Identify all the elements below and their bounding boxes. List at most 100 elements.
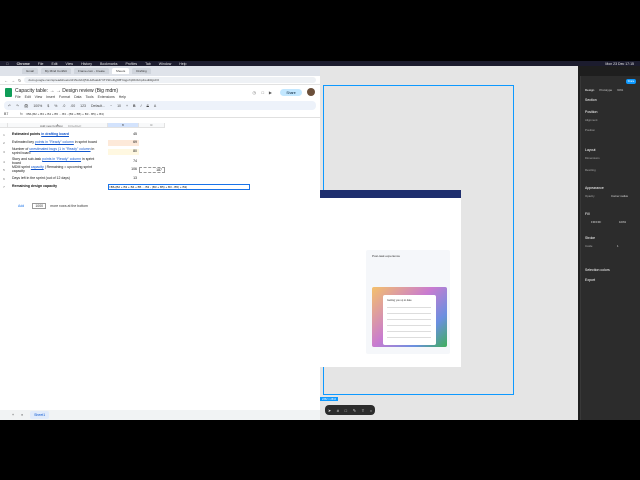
menubar-item-file[interactable]: File bbox=[38, 62, 44, 66]
row-label: MDM sprint capacity | Remaining = upcomi… bbox=[12, 165, 92, 173]
panel-heading-stroke: Stroke bbox=[585, 236, 596, 240]
menubar-item-edit[interactable]: Edit bbox=[52, 62, 58, 66]
column-header-b[interactable]: B bbox=[108, 123, 139, 128]
comment-tool-icon[interactable]: ○ bbox=[370, 408, 372, 413]
panel-heading-export: Export bbox=[585, 278, 596, 282]
frame-tool-icon[interactable]: # bbox=[337, 408, 339, 413]
zoom-level[interactable]: 64% bbox=[617, 88, 623, 92]
panel-heading-layout: Layout bbox=[585, 148, 596, 152]
more-formats-button[interactable]: 123 bbox=[80, 104, 86, 108]
comment-icon[interactable]: □ bbox=[262, 90, 264, 95]
spreadsheet-grid[interactable]: A B C Add new function Ctrl+Alt+F 1 Esti… bbox=[0, 123, 320, 343]
menubar-item-view[interactable]: View bbox=[66, 62, 74, 66]
reload-icon[interactable]: ↻ bbox=[18, 78, 21, 83]
menubar-item-bookmarks[interactable]: Bookmarks bbox=[100, 62, 118, 66]
formula-cell-editor[interactable]: =B6-(B2 + B3 + B4 + B5 ... B3 - (B3 + B5… bbox=[108, 183, 250, 190]
browser-tab-frame[interactable]: Frame.com - Create bbox=[74, 68, 109, 74]
back-icon[interactable]: ← bbox=[4, 78, 8, 83]
text-tool-icon[interactable]: T bbox=[362, 408, 364, 413]
zoom-select[interactable]: 100% bbox=[33, 104, 42, 108]
browser-tab-gmail[interactable]: Gmail bbox=[22, 68, 38, 74]
pen-tool-icon[interactable]: ✎ bbox=[353, 408, 356, 413]
cell-value-c[interactable]: 187 bbox=[139, 167, 165, 173]
menubar-app-name[interactable]: Chrome bbox=[17, 62, 30, 66]
undo-icon[interactable]: ↶ bbox=[8, 104, 11, 108]
forward-icon[interactable]: → bbox=[11, 78, 15, 83]
doc-menu-file[interactable]: File bbox=[15, 95, 21, 99]
cell-value[interactable]: 45 bbox=[108, 132, 139, 138]
doc-menu-format[interactable]: Format bbox=[59, 95, 70, 99]
doc-title[interactable]: Capacity table: → → Design review (Big m… bbox=[15, 88, 118, 94]
share-button[interactable]: Share bbox=[280, 89, 302, 96]
shape-tool-icon[interactable]: □ bbox=[345, 408, 347, 413]
font-size-decrease[interactable]: − bbox=[110, 104, 112, 108]
browser-tab-drafting[interactable]: Drafting bbox=[132, 68, 151, 74]
cell-reference[interactable]: B7 bbox=[4, 112, 20, 116]
increase-decimal-button[interactable]: .00 bbox=[70, 104, 75, 108]
cell-value[interactable]: 69 bbox=[108, 139, 139, 146]
redo-icon[interactable]: ↷ bbox=[16, 104, 19, 108]
bold-button[interactable]: B bbox=[133, 104, 136, 108]
table-row[interactable]: 6 Days left in the sprint (out of 12 day… bbox=[0, 175, 320, 182]
function-hint[interactable]: Add new function Ctrl+Alt+F bbox=[40, 124, 81, 128]
menubar-item-tab[interactable]: Tab bbox=[145, 62, 151, 66]
italic-button[interactable]: I bbox=[141, 104, 142, 108]
move-tool-icon[interactable]: ➤ bbox=[328, 408, 331, 413]
add-rows-button[interactable]: Add bbox=[18, 204, 24, 208]
doc-menu-insert[interactable]: Insert bbox=[46, 95, 55, 99]
fill-opacity-value[interactable]: 100% bbox=[619, 220, 626, 224]
cell-value[interactable]: 80 bbox=[108, 149, 139, 155]
table-row[interactable]: 3 Number of unestimated bugs (1 in "Read… bbox=[0, 147, 320, 157]
menubar-item-history[interactable]: History bbox=[81, 62, 92, 66]
doc-menu-data[interactable]: Data bbox=[74, 95, 81, 99]
table-row[interactable]: 4 Story and sub-task points in "Ready" c… bbox=[0, 157, 320, 165]
table-row[interactable]: 1 Estimated points in drafting board 45 bbox=[0, 131, 320, 138]
menubar-item-profiles[interactable]: Profiles bbox=[125, 62, 137, 66]
font-select[interactable]: Default... bbox=[91, 104, 105, 108]
currency-format-button[interactable]: $ bbox=[47, 104, 49, 108]
fill-color-value[interactable]: FFFFFF bbox=[591, 220, 601, 224]
add-rows-count-input[interactable]: 1000 bbox=[32, 203, 47, 209]
cell-value[interactable]: 106 bbox=[108, 167, 139, 173]
figma-share-button[interactable]: Share bbox=[626, 79, 636, 84]
strikethrough-button[interactable]: S bbox=[147, 104, 149, 108]
column-header-c[interactable]: C bbox=[139, 123, 165, 128]
doc-menu-edit[interactable]: Edit bbox=[25, 95, 31, 99]
doc-menu-help[interactable]: Help bbox=[119, 95, 126, 99]
sheets-logo-icon[interactable] bbox=[5, 88, 12, 97]
url-input[interactable]: docs.google.com/spreadsheets/d/1NuGbQ51H… bbox=[24, 77, 316, 83]
font-size-input[interactable]: 10 bbox=[117, 104, 121, 108]
cell-value[interactable]: 74 bbox=[108, 159, 139, 165]
panel-tabs: Design Prototype 64% bbox=[585, 88, 628, 92]
video-call-icon[interactable]: ▶ bbox=[269, 90, 272, 95]
doc-menu-tools[interactable]: Tools bbox=[85, 95, 93, 99]
text-color-button[interactable]: A bbox=[154, 104, 156, 108]
tab-prototype[interactable]: Prototype bbox=[599, 88, 612, 92]
cell-value[interactable]: 13 bbox=[108, 176, 139, 182]
apple-icon[interactable]:  bbox=[6, 62, 9, 66]
avatar[interactable] bbox=[307, 88, 315, 96]
browser-tab-my-mind[interactable]: My Mind Conflict bbox=[40, 68, 72, 74]
doc-menu-view[interactable]: View bbox=[35, 95, 43, 99]
add-sheet-button[interactable]: + bbox=[12, 413, 14, 417]
preview-line bbox=[387, 313, 431, 314]
percent-format-button[interactable]: % bbox=[54, 104, 57, 108]
formula-input[interactable]: =B6-(B2 + B3 + B4 + B5 ... B3 - (B3 + B5… bbox=[26, 112, 104, 116]
browser-tab-sheets[interactable]: Sheets bbox=[111, 68, 130, 74]
history-icon[interactable]: ◷ bbox=[253, 90, 257, 95]
print-icon[interactable]: 🖨 bbox=[24, 104, 28, 108]
font-size-increase[interactable]: + bbox=[126, 104, 128, 108]
sheet-tab-active[interactable]: Sheet1 bbox=[30, 411, 50, 419]
table-row[interactable]: 2 Estimated key points in "Ready" column… bbox=[0, 139, 320, 146]
table-row[interactable]: 5 MDM sprint capacity | Remaining = upco… bbox=[0, 165, 320, 174]
table-row[interactable]: 7 Remaining design capacity =B6-(B2 + B3… bbox=[0, 183, 320, 190]
all-sheets-button[interactable]: ≡ bbox=[21, 413, 23, 417]
tab-design[interactable]: Design bbox=[585, 88, 594, 92]
menubar-item-help[interactable]: Help bbox=[179, 62, 186, 66]
doc-header: Capacity table: → → Design review (Big m… bbox=[0, 85, 320, 101]
menubar-item-window[interactable]: Window bbox=[159, 62, 171, 66]
panel-heading-position: Position bbox=[585, 110, 598, 114]
doc-menu-extensions[interactable]: Extensions bbox=[98, 95, 115, 99]
decrease-decimal-button[interactable]: .0 bbox=[62, 104, 65, 108]
corner-header[interactable] bbox=[0, 123, 8, 128]
